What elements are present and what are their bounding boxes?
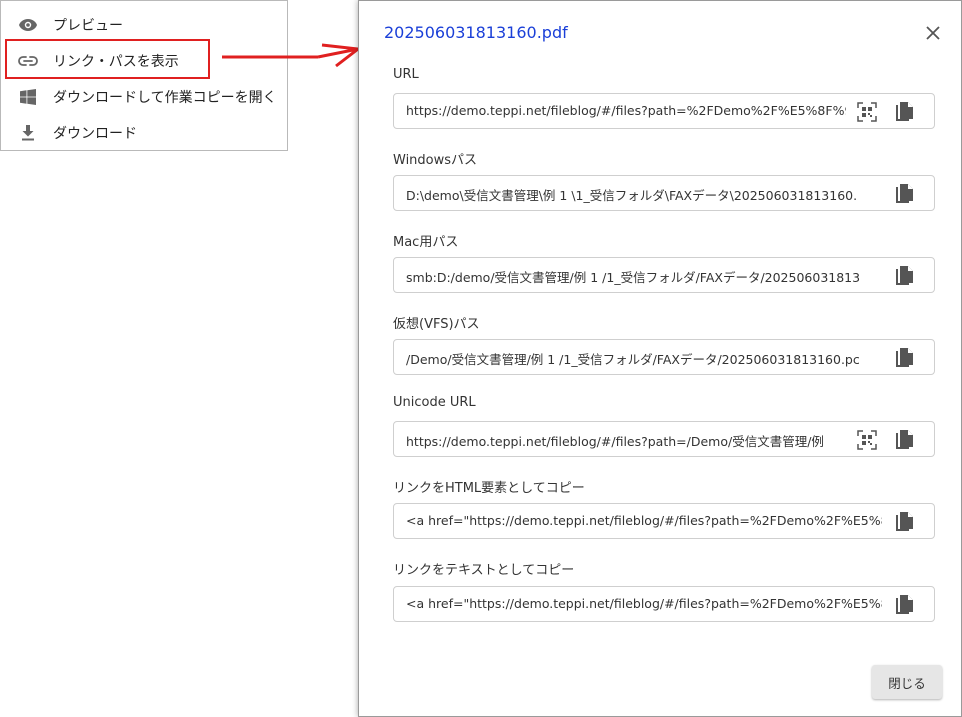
- menu-item-preview[interactable]: プレビュー: [1, 7, 289, 43]
- close-icon[interactable]: [923, 23, 943, 43]
- menu-item-label: ダウンロードして作業コピーを開く: [53, 90, 277, 106]
- close-button[interactable]: 閉じる: [872, 665, 942, 699]
- mac-path-field[interactable]: smb:D:/demo/受信文書管理/例 1 /1_受信フォルダ/FAXデータ/…: [393, 257, 935, 293]
- dialog-title: 202506031813160.pdf: [384, 23, 568, 42]
- qr-code-icon[interactable]: [856, 429, 878, 451]
- menu-item-label: ダウンロード: [53, 126, 137, 142]
- link-path-dialog: 202506031813160.pdf URL https://demo.tep…: [358, 0, 962, 717]
- field-value: <a href="https://demo.teppi.net/fileblog…: [406, 513, 882, 528]
- field-label-vfs: 仮想(VFS)パス: [393, 317, 480, 332]
- field-label-copy-html: リンクをHTML要素としてコピー: [393, 481, 585, 496]
- field-label-unicode-url: Unicode URL: [393, 395, 476, 410]
- menu-item-label: リンク・パスを表示: [53, 54, 179, 70]
- copy-text-field[interactable]: <a href="https://demo.teppi.net/fileblog…: [393, 586, 935, 622]
- vfs-path-field[interactable]: /Demo/受信文書管理/例 1 /1_受信フォルダ/FAXデータ/202506…: [393, 339, 935, 375]
- field-value: /Demo/受信文書管理/例 1 /1_受信フォルダ/FAXデータ/202506…: [406, 352, 860, 367]
- eye-icon: [18, 15, 38, 35]
- field-label-url: URL: [393, 67, 419, 82]
- url-field[interactable]: https://demo.teppi.net/fileblog/#/files?…: [393, 93, 935, 129]
- field-value: D:\demo\受信文書管理\例 1 \1_受信フォルダ\FAXデータ\2025…: [406, 188, 858, 203]
- unicode-url-field[interactable]: https://demo.teppi.net/fileblog/#/files?…: [393, 421, 935, 457]
- field-value: https://demo.teppi.net/fileblog/#/files?…: [406, 434, 824, 449]
- windows-path-field[interactable]: D:\demo\受信文書管理\例 1 \1_受信フォルダ\FAXデータ\2025…: [393, 175, 935, 211]
- copy-icon[interactable]: [893, 265, 915, 287]
- arrow-icon: [222, 43, 360, 68]
- menu-item-download[interactable]: ダウンロード: [1, 115, 289, 151]
- field-label-windows: Windowsパス: [393, 153, 478, 168]
- copy-icon[interactable]: [893, 183, 915, 205]
- menu-item-download-open-copy[interactable]: ダウンロードして作業コピーを開く: [1, 79, 289, 115]
- copy-icon[interactable]: [893, 429, 915, 451]
- copy-icon[interactable]: [893, 101, 915, 123]
- field-value: <a href="https://demo.teppi.net/fileblog…: [406, 596, 882, 611]
- copy-icon[interactable]: [893, 347, 915, 369]
- field-value: https://demo.teppi.net/fileblog/#/files?…: [406, 103, 846, 118]
- menu-item-label: プレビュー: [53, 18, 123, 34]
- field-label-copy-text: リンクをテキストとしてコピー: [393, 563, 575, 578]
- link-icon: [18, 51, 38, 71]
- qr-code-icon[interactable]: [856, 101, 878, 123]
- field-label-mac: Mac用パス: [393, 235, 459, 250]
- windows-icon: [18, 87, 38, 107]
- copy-html-field[interactable]: <a href="https://demo.teppi.net/fileblog…: [393, 503, 935, 539]
- copy-icon[interactable]: [893, 511, 915, 533]
- copy-icon[interactable]: [893, 594, 915, 616]
- field-value: smb:D:/demo/受信文書管理/例 1 /1_受信フォルダ/FAXデータ/…: [406, 270, 861, 285]
- download-icon: [18, 123, 38, 143]
